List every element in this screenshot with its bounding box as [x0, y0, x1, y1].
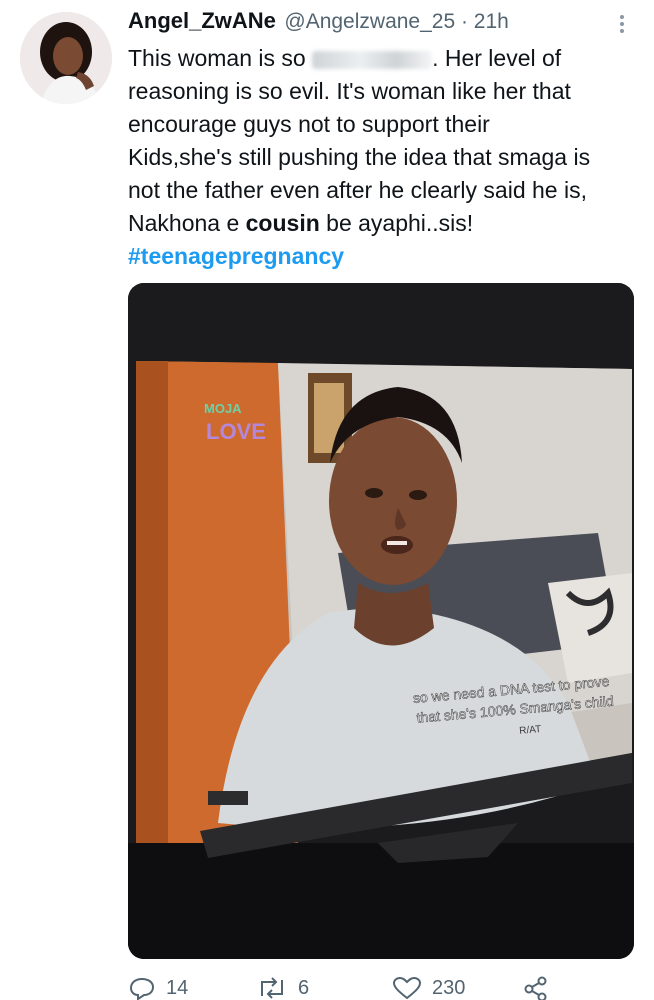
tweet-line-1: This woman is so . Her level of: [128, 42, 638, 75]
tv-screen-photo: MOJA LOVE so we need a DNA test to prove…: [128, 283, 634, 959]
like-count: 230: [432, 976, 466, 999]
channel-logo-top: MOJA: [204, 401, 242, 416]
avatar[interactable]: [20, 12, 112, 104]
tweet-line-3: encourage guys not to support their: [128, 111, 490, 137]
rating-watermark: R/AT: [519, 724, 542, 737]
redacted-word: [312, 50, 433, 69]
tweet-actions: 14 6 230: [128, 976, 638, 1000]
share-icon: [522, 976, 550, 1000]
share-button[interactable]: [522, 976, 550, 1000]
handle-and-time[interactable]: @Angelzwane_25 · 21h: [284, 10, 508, 33]
like-button[interactable]: 230: [392, 976, 465, 1000]
tweet-text-segment: be ayaphi..sis!: [319, 210, 474, 236]
reply-button[interactable]: 14: [128, 976, 188, 1000]
channel-logo-bottom: LOVE: [206, 419, 266, 444]
bold-word: cousin: [245, 210, 320, 236]
tweet-text: This woman is so . Her level of reasonin…: [128, 42, 638, 273]
tweet-text-segment: This woman is so: [128, 45, 313, 71]
tweet-text-segment: . Her level of: [432, 45, 562, 71]
avatar-photo: [20, 12, 112, 104]
heart-icon: [392, 976, 422, 1000]
display-name[interactable]: Angel_ZwANe: [128, 8, 276, 33]
tweet-text-segment: Nakhona e: [128, 210, 246, 236]
tweet-line-4: Kids,she's still pushing the idea that s…: [128, 144, 591, 170]
tweet-line-6: Nakhona e cousin be ayaphi..sis!: [128, 207, 638, 240]
retweet-button[interactable]: 6: [256, 976, 309, 1000]
retweet-count: 6: [298, 976, 310, 999]
reply-icon: [128, 976, 156, 1000]
tweet-line-5: not the father even after he clearly sai…: [128, 177, 587, 203]
tweet-media[interactable]: MOJA LOVE so we need a DNA test to prove…: [128, 283, 634, 959]
hashtag-link[interactable]: #teenagepregnancy: [128, 240, 638, 273]
retweet-icon: [256, 976, 288, 1000]
more-options-icon[interactable]: [616, 12, 628, 38]
reply-count: 14: [166, 976, 189, 999]
tweet-header: Angel_ZwANe @Angelzwane_25 · 21h: [128, 8, 638, 42]
tweet-line-2: reasoning is so evil. It's woman like he…: [128, 78, 571, 104]
